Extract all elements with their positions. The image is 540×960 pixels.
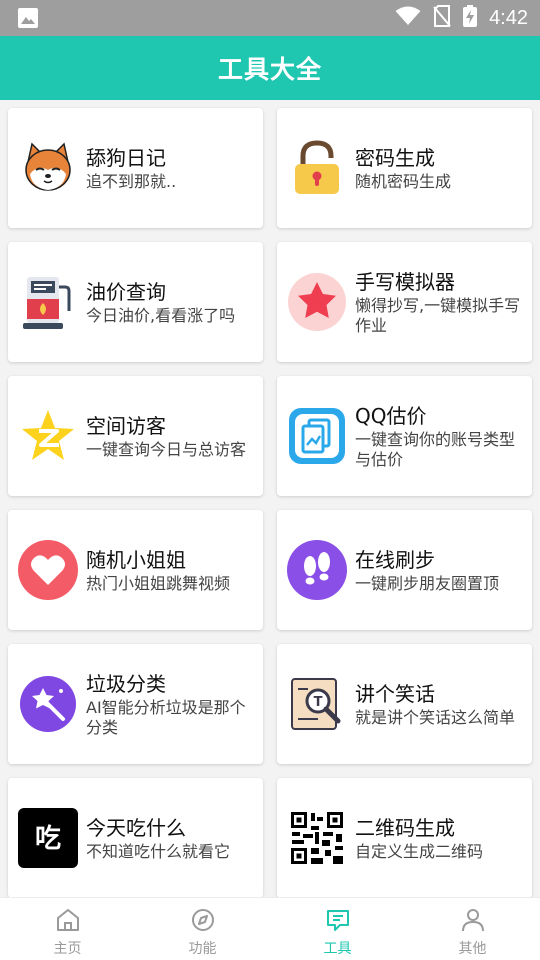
qzone-star-icon <box>18 406 78 466</box>
tool-desc: 不知道吃什么就看它 <box>86 841 231 861</box>
padlock-icon <box>287 138 347 198</box>
tool-name: 今天吃什么 <box>86 815 186 840</box>
tool-card-space-visitor[interactable]: 空间访客 一键查询今日与总访客 <box>8 376 263 496</box>
tool-name: 空间访客 <box>86 413 166 438</box>
tool-name: 随机小姐姐 <box>86 547 186 572</box>
no-sim-icon <box>433 5 451 31</box>
tab-other[interactable]: 其他 <box>405 898 540 960</box>
magic-wand-icon <box>18 674 78 734</box>
tab-label: 功能 <box>188 941 217 957</box>
star-badge-icon <box>287 272 347 332</box>
tool-desc: 热门小姐姐跳舞视频 <box>86 573 231 593</box>
tool-card-password-generator[interactable]: 密码生成 随机密码生成 <box>277 108 532 228</box>
tool-desc: 追不到那就.. <box>86 171 177 191</box>
tool-name: 密码生成 <box>355 145 435 170</box>
document-chart-icon <box>287 406 347 466</box>
tool-name: 手写模拟器 <box>355 269 455 294</box>
tool-card-random-girl[interactable]: 随机小姐姐 热门小姐姐跳舞视频 <box>8 510 263 630</box>
tool-desc: 一键查询你的账号类型与估价 <box>355 429 516 469</box>
shiba-dog-icon <box>18 138 78 198</box>
svg-text:T: T <box>314 695 323 710</box>
tool-desc: 今日油价,看看涨了吗 <box>86 305 236 325</box>
tool-name: 舔狗日记 <box>86 145 166 170</box>
person-icon <box>460 907 486 937</box>
magnifier-book-icon: T <box>287 674 347 734</box>
tool-name: 讲个笑话 <box>355 681 435 706</box>
tool-name: QQ估价 <box>355 403 427 428</box>
status-bar: 4:42 <box>0 0 540 36</box>
compass-icon <box>190 907 216 937</box>
tools-list[interactable]: 舔狗日记 追不到那就.. 密码生成 随机密码生成 油价查询 今日油价,看看涨了吗… <box>0 100 540 897</box>
tab-label: 主页 <box>53 941 82 957</box>
status-time: 4:42 <box>489 6 528 29</box>
tool-name: 二维码生成 <box>355 815 455 840</box>
tool-card-lick-dog-diary[interactable]: 舔狗日记 追不到那就.. <box>8 108 263 228</box>
tool-name: 垃圾分类 <box>86 671 166 696</box>
tool-card-qq-valuation[interactable]: QQ估价 一键查询你的账号类型与估价 <box>277 376 532 496</box>
message-icon <box>325 907 351 937</box>
tool-card-qr-generator[interactable]: 二维码生成 自定义生成二维码 <box>277 778 532 897</box>
qr-code-icon <box>287 808 347 868</box>
page-title: 工具大全 <box>217 55 322 84</box>
tab-label: 其他 <box>458 941 487 957</box>
tool-card-handwriting-simulator[interactable]: 手写模拟器 懒得抄写,一键模拟手写作业 <box>277 242 532 362</box>
eat-glyph: 吃 <box>35 824 61 854</box>
footprints-icon <box>287 540 347 600</box>
tool-desc: 随机密码生成 <box>355 171 452 191</box>
tab-label: 工具 <box>323 941 352 957</box>
tool-card-garbage-sorting[interactable]: 垃圾分类 AI智能分析垃圾是那个分类 <box>8 644 263 764</box>
tool-desc: 懒得抄写,一键模拟手写作业 <box>355 295 521 335</box>
tool-card-what-to-eat[interactable]: 吃 今天吃什么 不知道吃什么就看它 <box>8 778 263 897</box>
wifi-icon <box>395 6 421 30</box>
eat-badge-icon: 吃 <box>18 808 78 868</box>
tool-card-tell-joke[interactable]: T 讲个笑话 就是讲个笑话这么简单 <box>277 644 532 764</box>
gallery-icon <box>18 8 38 32</box>
heart-icon <box>18 540 78 600</box>
tool-card-step-booster[interactable]: 在线刷步 一键刷步朋友圈置顶 <box>277 510 532 630</box>
tool-name: 油价查询 <box>86 279 166 304</box>
app-bar: 工具大全 <box>0 36 540 100</box>
tab-features[interactable]: 功能 <box>135 898 270 960</box>
tool-desc: 自定义生成二维码 <box>355 841 484 861</box>
tool-desc: 就是讲个笑话这么简单 <box>355 707 516 727</box>
tools-grid: 舔狗日记 追不到那就.. 密码生成 随机密码生成 油价查询 今日油价,看看涨了吗… <box>8 108 532 897</box>
bottom-nav: 主页 功能 工具 其他 <box>0 897 540 960</box>
tool-name: 在线刷步 <box>355 547 435 572</box>
tool-desc: 一键刷步朋友圈置顶 <box>355 573 500 593</box>
tab-tools[interactable]: 工具 <box>270 898 405 960</box>
tab-home[interactable]: 主页 <box>0 898 135 960</box>
tool-desc: 一键查询今日与总访客 <box>86 439 247 459</box>
battery-icon <box>463 5 478 31</box>
home-icon <box>55 907 81 937</box>
tool-card-fuel-price[interactable]: 油价查询 今日油价,看看涨了吗 <box>8 242 263 362</box>
tool-desc: AI智能分析垃圾是那个分类 <box>86 697 246 737</box>
fuel-pump-icon <box>18 272 78 332</box>
